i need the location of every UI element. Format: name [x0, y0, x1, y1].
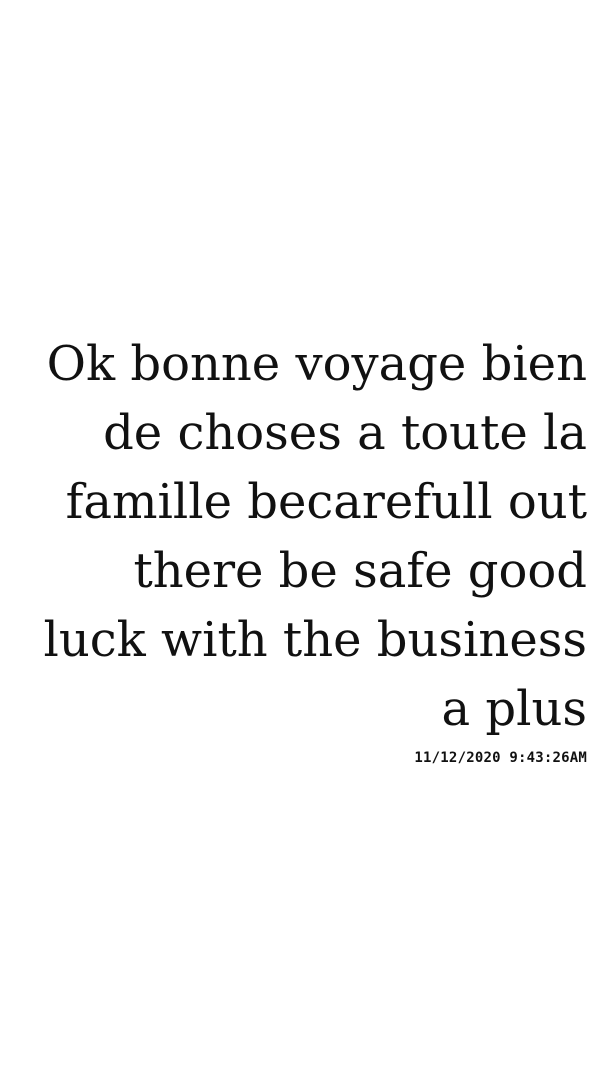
message-line: a plus — [441, 681, 588, 737]
message-line: luck with the business — [43, 612, 587, 668]
message-block: Ok bonne voyage bien de choses a toute l… — [20, 330, 587, 766]
message-line: there be safe good — [133, 543, 587, 599]
message-timestamp: 11/12/2020 9:43:26AM — [414, 750, 587, 766]
message-line: de choses a toute la — [103, 405, 587, 461]
message-screen: Ok bonne voyage bien de choses a toute l… — [0, 0, 608, 1080]
message-line: Ok bonne voyage bien — [46, 336, 587, 392]
message-text: Ok bonne voyage bien de choses a toute l… — [20, 330, 587, 744]
message-line: famille becarefull out — [65, 474, 587, 530]
